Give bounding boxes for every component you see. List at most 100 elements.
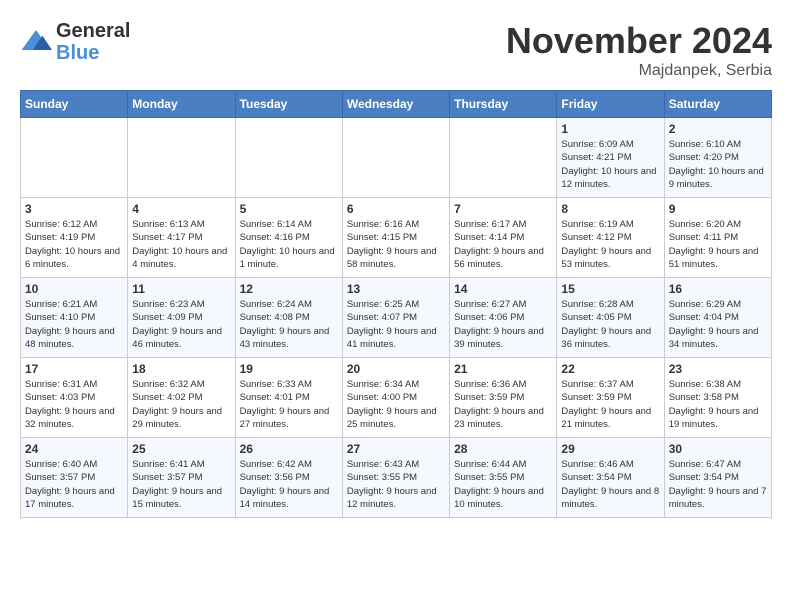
day-number: 11 bbox=[132, 282, 230, 296]
day-number: 19 bbox=[240, 362, 338, 376]
calendar-cell bbox=[235, 118, 342, 198]
calendar-cell: 24 Sunrise: 6:40 AM Sunset: 3:57 PM Dayli… bbox=[21, 438, 128, 518]
day-number: 18 bbox=[132, 362, 230, 376]
day-number: 3 bbox=[25, 202, 123, 216]
day-info: Sunrise: 6:25 AM Sunset: 4:07 PM Dayligh… bbox=[347, 298, 445, 351]
calendar-cell: 21Sunrise: 6:36 AM Sunset: 3:59 PM Dayli… bbox=[450, 358, 557, 438]
calendar-cell: 28Sunrise: 6:44 AM Sunset: 3:55 PM Dayli… bbox=[450, 438, 557, 518]
calendar-cell bbox=[21, 118, 128, 198]
logo-text: General Blue bbox=[56, 20, 130, 64]
day-number: 9 bbox=[669, 202, 767, 216]
calendar-cell: 22 Sunrise: 6:37 AM Sunset: 3:59 PM Dayli… bbox=[557, 358, 664, 438]
title-block: November 2024 Majdanpek, Serbia bbox=[506, 20, 772, 80]
calendar-cell: 6 Sunrise: 6:16 AM Sunset: 4:15 PM Daylig… bbox=[342, 198, 449, 278]
logo: General Blue bbox=[20, 20, 130, 64]
day-info: Sunrise: 6:29 AM Sunset: 4:04 PM Dayligh… bbox=[669, 298, 767, 351]
day-number: 5 bbox=[240, 202, 338, 216]
day-info: Sunrise: 6:37 AM Sunset: 3:59 PM Dayligh… bbox=[561, 378, 659, 431]
calendar-cell: 1Sunrise: 6:09 AM Sunset: 4:21 PM Daylig… bbox=[557, 118, 664, 198]
day-header-monday: Monday bbox=[128, 91, 235, 118]
calendar-cell: 30 Sunrise: 6:47 AM Sunset: 3:54 PM Dayli… bbox=[664, 438, 771, 518]
day-number: 7 bbox=[454, 202, 552, 216]
logo-blue: Blue bbox=[56, 42, 130, 64]
day-info: Sunrise: 6:12 AM Sunset: 4:19 PM Dayligh… bbox=[25, 218, 123, 271]
day-number: 13 bbox=[347, 282, 445, 296]
day-number: 22 bbox=[561, 362, 659, 376]
day-info: Sunrise: 6:34 AM Sunset: 4:00 PM Dayligh… bbox=[347, 378, 445, 431]
day-info: Sunrise: 6:09 AM Sunset: 4:21 PM Dayligh… bbox=[561, 138, 659, 191]
day-info: Sunrise: 6:38 AM Sunset: 3:58 PM Dayligh… bbox=[669, 378, 767, 431]
calendar-week-1: 1Sunrise: 6:09 AM Sunset: 4:21 PM Daylig… bbox=[21, 118, 772, 198]
day-info: Sunrise: 6:32 AM Sunset: 4:02 PM Dayligh… bbox=[132, 378, 230, 431]
day-header-friday: Friday bbox=[557, 91, 664, 118]
calendar-header-row: SundayMondayTuesdayWednesdayThursdayFrid… bbox=[21, 91, 772, 118]
calendar-cell: 4 Sunrise: 6:13 AM Sunset: 4:17 PM Daylig… bbox=[128, 198, 235, 278]
day-info: Sunrise: 6:28 AM Sunset: 4:05 PM Dayligh… bbox=[561, 298, 659, 351]
day-number: 20 bbox=[347, 362, 445, 376]
day-header-saturday: Saturday bbox=[664, 91, 771, 118]
day-info: Sunrise: 6:17 AM Sunset: 4:14 PM Dayligh… bbox=[454, 218, 552, 271]
calendar-cell: 26 Sunrise: 6:42 AM Sunset: 3:56 PM Dayli… bbox=[235, 438, 342, 518]
calendar-cell: 11 Sunrise: 6:23 AM Sunset: 4:09 PM Dayli… bbox=[128, 278, 235, 358]
calendar-cell: 20 Sunrise: 6:34 AM Sunset: 4:00 PM Dayli… bbox=[342, 358, 449, 438]
day-info: Sunrise: 6:13 AM Sunset: 4:17 PM Dayligh… bbox=[132, 218, 230, 271]
day-info: Sunrise: 6:16 AM Sunset: 4:15 PM Dayligh… bbox=[347, 218, 445, 271]
month-title: November 2024 bbox=[506, 20, 772, 62]
calendar-cell: 19 Sunrise: 6:33 AM Sunset: 4:01 PM Dayli… bbox=[235, 358, 342, 438]
calendar-week-4: 17 Sunrise: 6:31 AM Sunset: 4:03 PM Dayli… bbox=[21, 358, 772, 438]
day-info: Sunrise: 6:40 AM Sunset: 3:57 PM Dayligh… bbox=[25, 458, 123, 511]
day-number: 24 bbox=[25, 442, 123, 456]
calendar-cell bbox=[128, 118, 235, 198]
day-header-wednesday: Wednesday bbox=[342, 91, 449, 118]
calendar-week-2: 3 Sunrise: 6:12 AM Sunset: 4:19 PM Daylig… bbox=[21, 198, 772, 278]
calendar-week-3: 10 Sunrise: 6:21 AM Sunset: 4:10 PM Dayli… bbox=[21, 278, 772, 358]
day-info: Sunrise: 6:31 AM Sunset: 4:03 PM Dayligh… bbox=[25, 378, 123, 431]
day-info: Sunrise: 6:42 AM Sunset: 3:56 PM Dayligh… bbox=[240, 458, 338, 511]
calendar-cell: 25Sunrise: 6:41 AM Sunset: 3:57 PM Dayli… bbox=[128, 438, 235, 518]
calendar-cell: 29Sunrise: 6:46 AM Sunset: 3:54 PM Dayli… bbox=[557, 438, 664, 518]
calendar-week-5: 24 Sunrise: 6:40 AM Sunset: 3:57 PM Dayli… bbox=[21, 438, 772, 518]
day-number: 2 bbox=[669, 122, 767, 136]
day-header-thursday: Thursday bbox=[450, 91, 557, 118]
calendar-cell bbox=[450, 118, 557, 198]
day-number: 10 bbox=[25, 282, 123, 296]
page-header: General Blue November 2024 Majdanpek, Se… bbox=[20, 20, 772, 80]
day-number: 21 bbox=[454, 362, 552, 376]
day-number: 4 bbox=[132, 202, 230, 216]
day-info: Sunrise: 6:43 AM Sunset: 3:55 PM Dayligh… bbox=[347, 458, 445, 511]
calendar-cell: 14 Sunrise: 6:27 AM Sunset: 4:06 PM Dayli… bbox=[450, 278, 557, 358]
day-info: Sunrise: 6:47 AM Sunset: 3:54 PM Dayligh… bbox=[669, 458, 767, 511]
day-number: 12 bbox=[240, 282, 338, 296]
day-number: 29 bbox=[561, 442, 659, 456]
day-number: 6 bbox=[347, 202, 445, 216]
day-info: Sunrise: 6:21 AM Sunset: 4:10 PM Dayligh… bbox=[25, 298, 123, 351]
calendar-cell: 17 Sunrise: 6:31 AM Sunset: 4:03 PM Dayli… bbox=[21, 358, 128, 438]
calendar-cell: 18 Sunrise: 6:32 AM Sunset: 4:02 PM Dayli… bbox=[128, 358, 235, 438]
day-number: 15 bbox=[561, 282, 659, 296]
day-info: Sunrise: 6:41 AM Sunset: 3:57 PM Dayligh… bbox=[132, 458, 230, 511]
day-header-tuesday: Tuesday bbox=[235, 91, 342, 118]
day-info: Sunrise: 6:27 AM Sunset: 4:06 PM Dayligh… bbox=[454, 298, 552, 351]
calendar-cell: 23Sunrise: 6:38 AM Sunset: 3:58 PM Dayli… bbox=[664, 358, 771, 438]
day-info: Sunrise: 6:44 AM Sunset: 3:55 PM Dayligh… bbox=[454, 458, 552, 511]
calendar-cell: 12Sunrise: 6:24 AM Sunset: 4:08 PM Dayli… bbox=[235, 278, 342, 358]
calendar-cell: 13 Sunrise: 6:25 AM Sunset: 4:07 PM Dayli… bbox=[342, 278, 449, 358]
calendar-cell: 10 Sunrise: 6:21 AM Sunset: 4:10 PM Dayli… bbox=[21, 278, 128, 358]
day-info: Sunrise: 6:23 AM Sunset: 4:09 PM Dayligh… bbox=[132, 298, 230, 351]
day-number: 27 bbox=[347, 442, 445, 456]
location: Majdanpek, Serbia bbox=[506, 62, 772, 80]
day-info: Sunrise: 6:20 AM Sunset: 4:11 PM Dayligh… bbox=[669, 218, 767, 271]
calendar-cell bbox=[342, 118, 449, 198]
day-number: 8 bbox=[561, 202, 659, 216]
day-number: 17 bbox=[25, 362, 123, 376]
day-number: 14 bbox=[454, 282, 552, 296]
calendar-cell: 3 Sunrise: 6:12 AM Sunset: 4:19 PM Daylig… bbox=[21, 198, 128, 278]
day-number: 30 bbox=[669, 442, 767, 456]
day-number: 16 bbox=[669, 282, 767, 296]
day-info: Sunrise: 6:10 AM Sunset: 4:20 PM Dayligh… bbox=[669, 138, 767, 191]
logo-icon bbox=[20, 26, 52, 58]
day-number: 26 bbox=[240, 442, 338, 456]
logo-general: General bbox=[56, 20, 130, 42]
day-info: Sunrise: 6:33 AM Sunset: 4:01 PM Dayligh… bbox=[240, 378, 338, 431]
day-header-sunday: Sunday bbox=[21, 91, 128, 118]
